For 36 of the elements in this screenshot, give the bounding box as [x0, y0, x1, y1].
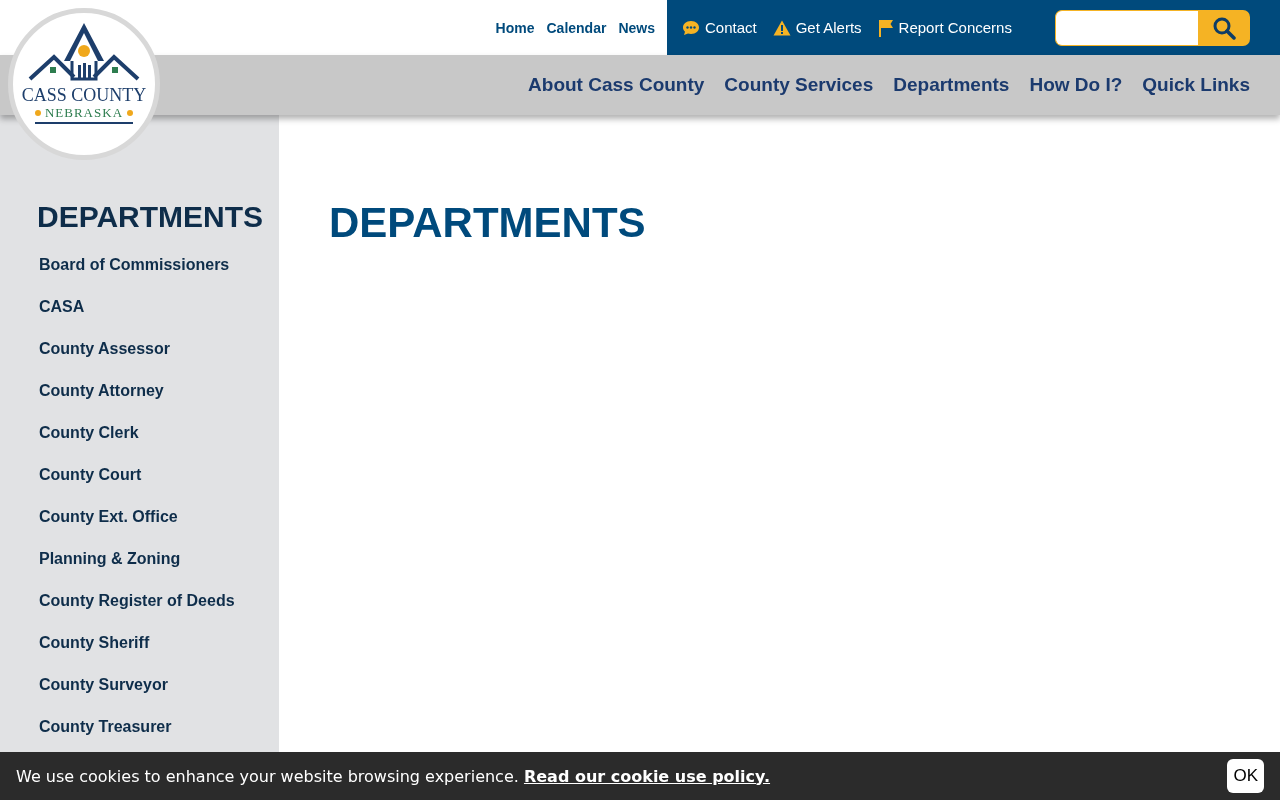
main-nav-link[interactable]: About Cass County — [528, 74, 705, 96]
sidebar-link[interactable]: County Register of Deeds — [39, 580, 279, 622]
sidebar-link[interactable]: CASA — [39, 286, 279, 328]
search-button[interactable] — [1198, 9, 1250, 46]
main-nav-link[interactable]: County Services — [724, 74, 874, 96]
ok-button[interactable]: OK — [1227, 759, 1264, 793]
warning-icon — [772, 19, 791, 36]
sidebar-link[interactable]: County Court — [39, 454, 279, 496]
sidebar-link[interactable]: County Sheriff — [39, 622, 279, 664]
utility-link[interactable]: Home — [495, 19, 535, 36]
flag-icon — [877, 18, 894, 37]
search-field[interactable] — [1055, 9, 1198, 46]
logo-subtitle: NEBRASKA — [44, 105, 124, 121]
sidebar-heading: DEPARTMENTS — [37, 200, 265, 234]
page-title: DEPARTMENTS — [329, 199, 647, 247]
sidebar-link[interactable]: County Assessor — [39, 328, 279, 370]
sidebar-link[interactable]: Planning & Zoning — [39, 538, 279, 580]
action-link[interactable]: Get Alerts — [772, 18, 862, 37]
logo-title: CASS COUNTY — [21, 85, 147, 105]
sidebar-link[interactable]: Board of Commissioners — [39, 244, 279, 286]
sidebar-link[interactable]: County Surveyor — [39, 664, 279, 706]
main-nav-link[interactable]: Quick Links — [1142, 74, 1250, 96]
sidebar-link[interactable]: County Clerk — [39, 412, 279, 454]
speech-bubble-icon — [682, 19, 700, 36]
utility-link[interactable]: Calendar — [546, 19, 607, 36]
cookie-policy-link[interactable]: Read our cookie use policy. — [523, 766, 771, 786]
sidebar-link[interactable]: County Attorney — [39, 370, 279, 412]
sidebar-link[interactable]: County Treasurer — [39, 706, 279, 748]
main-nav-link[interactable]: How Do I? — [1029, 74, 1123, 96]
action-link[interactable]: Contact — [682, 18, 757, 37]
sidebar-link[interactable]: County Ext. Office — [39, 496, 279, 538]
main-nav-link[interactable]: Departments — [893, 74, 1010, 96]
cookie-message: We use cookies to enhance your website browsing experience. — [16, 766, 519, 786]
utility-link[interactable]: News — [618, 19, 655, 36]
action-link[interactable]: Report Concerns — [877, 18, 1012, 37]
search-icon — [1212, 15, 1236, 40]
